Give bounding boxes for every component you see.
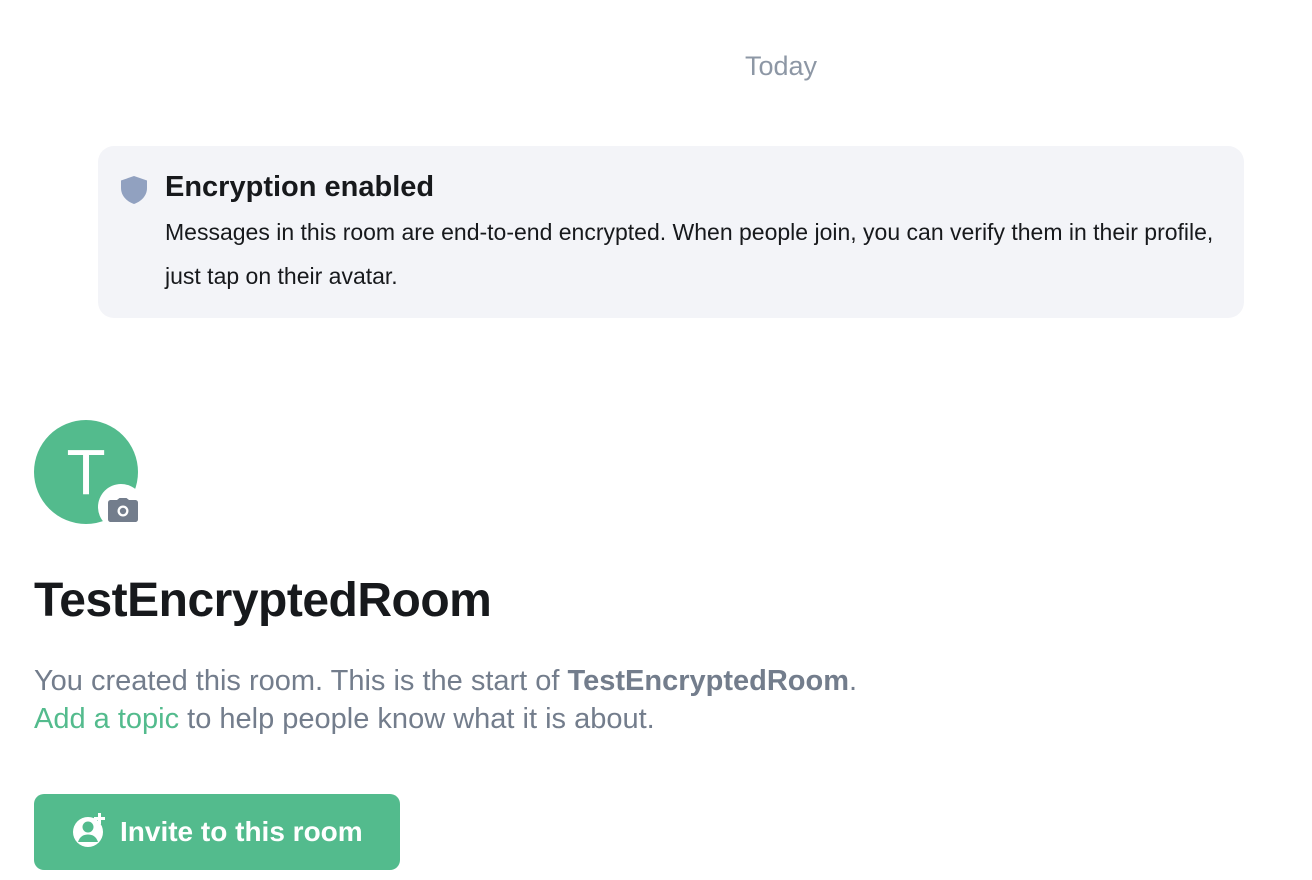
invite-button-label: Invite to this room xyxy=(120,816,363,847)
room-intro-line-1: You created this room. This is the start… xyxy=(34,662,1274,700)
camera-icon xyxy=(108,498,138,522)
date-separator-label: Today xyxy=(744,51,818,81)
shield-icon xyxy=(121,176,147,204)
room-avatar-upload[interactable]: T xyxy=(34,420,144,530)
room-intro-line-2: Add a topic to help people know what it … xyxy=(34,700,1274,738)
date-separator: Today xyxy=(0,48,1312,84)
encryption-notice-title: Encryption enabled xyxy=(165,171,435,203)
room-name-heading: TestEncryptedRoom xyxy=(34,574,492,627)
encryption-notice-description: Messages in this room are end-to-end enc… xyxy=(165,219,1214,289)
encryption-notice: Encryption enabled Messages in this room… xyxy=(98,146,1244,318)
intro-suffix: . xyxy=(849,665,858,697)
invite-to-room-button[interactable]: Invite to this room xyxy=(34,794,400,870)
user-add-icon xyxy=(73,813,105,847)
topic-suffix: to help people know what it is about. xyxy=(179,703,655,735)
intro-prefix: You created this room. This is the start… xyxy=(34,665,568,697)
add-topic-link[interactable]: Add a topic xyxy=(34,703,179,735)
room-intro-text: You created this room. This is the start… xyxy=(34,662,1274,738)
avatar-camera-badge[interactable] xyxy=(98,484,144,530)
intro-room-name: TestEncryptedRoom xyxy=(567,665,849,697)
